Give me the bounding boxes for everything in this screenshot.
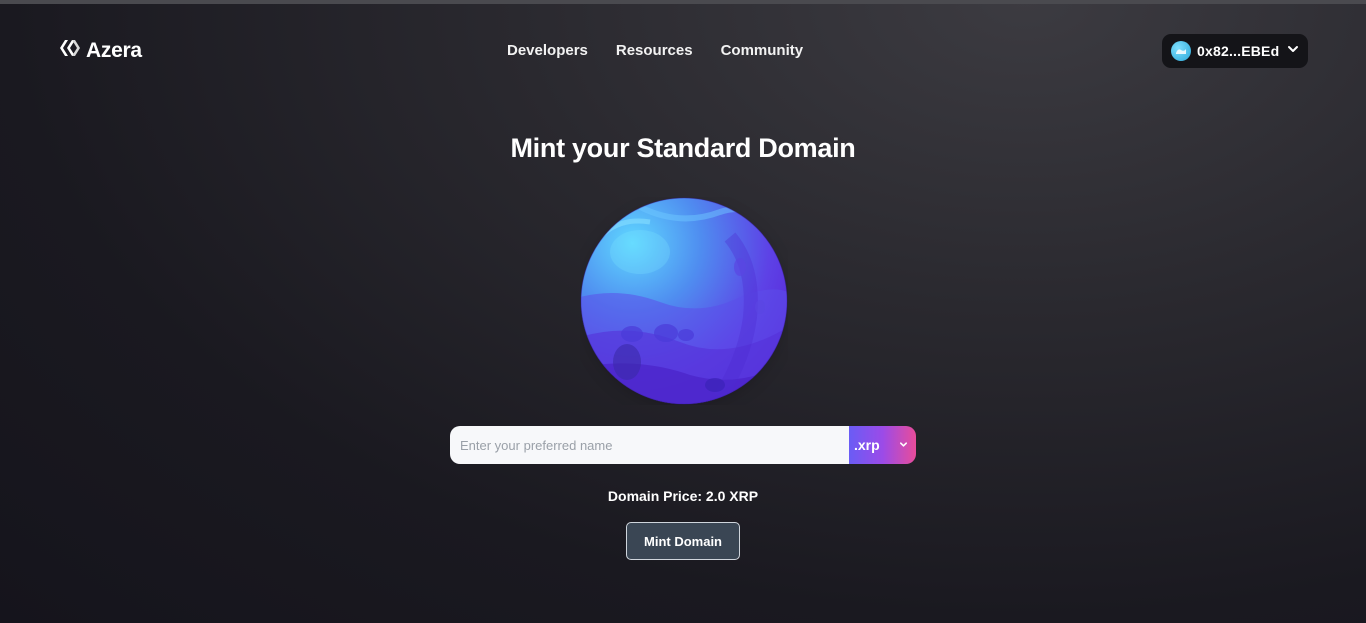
azera-logo-icon (58, 37, 80, 64)
nav-developers[interactable]: Developers (507, 42, 588, 59)
planet-illustration (580, 197, 788, 405)
wallet-address: 0x82...EBEd (1197, 43, 1280, 59)
nav-community[interactable]: Community (721, 42, 804, 59)
nav-resources[interactable]: Resources (616, 42, 693, 59)
domain-price: Domain Price: 2.0 XRP (607, 488, 759, 504)
wallet-avatar-icon (1171, 41, 1191, 61)
domain-form: .xrp (450, 426, 916, 464)
brand-logo[interactable]: Azera (58, 37, 142, 64)
tld-selected-value: .xrp (854, 437, 880, 453)
tld-dropdown[interactable]: .xrp (849, 426, 916, 464)
wallet-button[interactable]: 0x82...EBEd (1162, 34, 1308, 68)
domain-name-input[interactable] (450, 426, 849, 464)
main-nav: Developers Resources Community (507, 42, 803, 59)
brand-name: Azera (86, 38, 142, 62)
chevron-down-icon (899, 436, 908, 454)
top-border (0, 0, 1366, 4)
mint-domain-button[interactable]: Mint Domain (626, 522, 740, 560)
page-title: Mint your Standard Domain (510, 133, 856, 163)
chevron-down-icon (1285, 42, 1299, 60)
